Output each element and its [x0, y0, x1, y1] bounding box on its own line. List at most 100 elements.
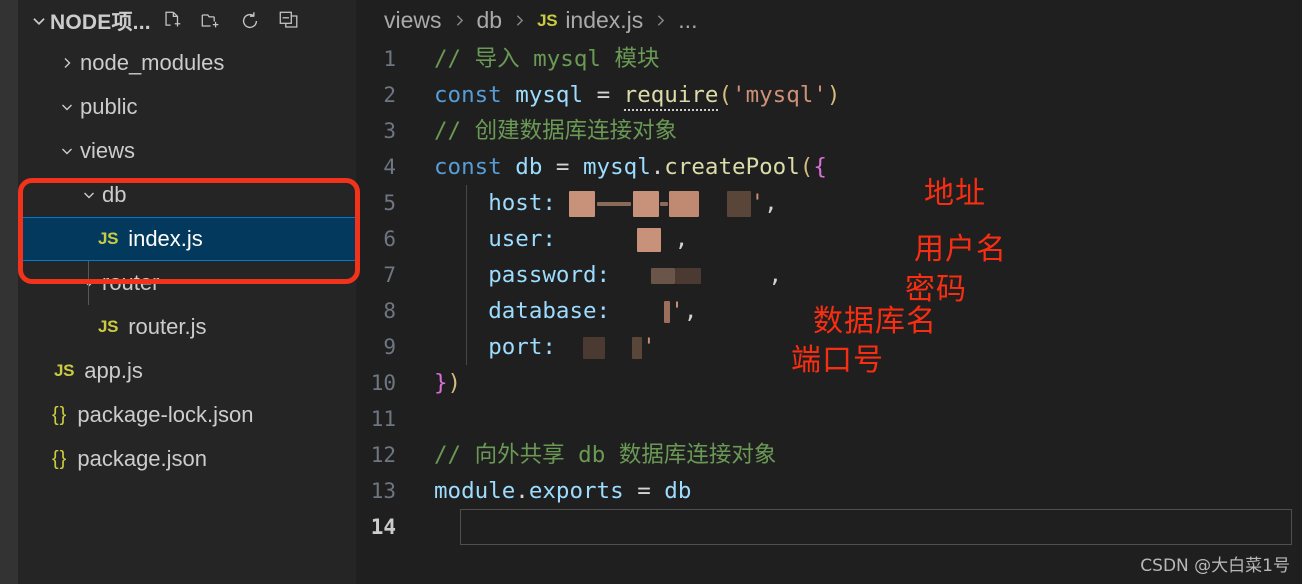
- redacted-value: [669, 190, 700, 217]
- breadcrumb-item-views[interactable]: views: [384, 7, 442, 34]
- comma-token: ,: [683, 298, 698, 324]
- tree-item-app-js[interactable]: JS app.js: [18, 349, 356, 393]
- tree-item-package-lock-json[interactable]: {} package-lock.json: [18, 393, 356, 437]
- tree-item-index-js[interactable]: JS index.js: [18, 217, 356, 261]
- redacted-value: [583, 336, 606, 359]
- code-line-current: 14: [356, 509, 1302, 545]
- breadcrumb-item-index-js[interactable]: index.js: [565, 7, 643, 34]
- tree-item-label: public: [80, 94, 138, 119]
- explorer-title: NODE项...: [50, 10, 151, 34]
- brace-token: }: [434, 370, 448, 396]
- chevron-down-icon[interactable]: [76, 187, 102, 203]
- redacted-value: [637, 227, 662, 252]
- variable-token: db: [515, 154, 543, 180]
- line-content[interactable]: module.exports = db: [426, 473, 1302, 509]
- explorer-sidebar: NODE项... node_modules public views db JS…: [18, 0, 356, 584]
- collapse-all-icon[interactable]: [276, 8, 302, 34]
- variable-token: db: [664, 478, 692, 504]
- redacted-value: [597, 201, 632, 206]
- annotation-address: 地址: [924, 176, 986, 211]
- string-token: ': [642, 334, 656, 360]
- tree-item-label: package-lock.json: [77, 402, 254, 427]
- code-line: 2 const mysql = require('mysql'): [356, 77, 1302, 113]
- chevron-down-icon[interactable]: [54, 143, 80, 159]
- chevron-down-icon[interactable]: [54, 99, 80, 115]
- string-token: 'mysql': [732, 82, 827, 108]
- tree-item-node_modules[interactable]: node_modules: [18, 41, 356, 85]
- line-content[interactable]: user: ,: [426, 221, 1302, 257]
- comma-token: ,: [764, 190, 778, 216]
- tree-item-router-js[interactable]: JS router.js: [18, 305, 356, 349]
- tree-item-package-json[interactable]: {} package.json: [18, 437, 356, 481]
- redacted-value: [726, 190, 751, 217]
- tree-item-label: views: [80, 138, 136, 163]
- paren-token: (: [718, 82, 733, 108]
- js-file-icon: JS: [537, 10, 558, 30]
- explorer-title-bar: NODE项...: [18, 0, 356, 41]
- code-line: 12 // 向外共享 db 数据库连接对象: [356, 437, 1302, 473]
- tree-item-label: router: [102, 270, 160, 295]
- line-number: 13: [370, 479, 396, 503]
- dot-token: .: [515, 478, 529, 504]
- line-number: 12: [370, 443, 396, 467]
- line-content[interactable]: const mysql = require('mysql'): [426, 77, 1302, 113]
- sidebar-filler: [18, 550, 356, 584]
- line-number: 2: [383, 83, 396, 107]
- object-token: mysql: [583, 154, 651, 180]
- js-file-icon: JS: [98, 317, 119, 336]
- comma-token: ,: [768, 262, 783, 288]
- annotation-username: 用户名: [914, 232, 1007, 267]
- code-line: 7 password: ,: [356, 257, 1302, 293]
- chevron-down-icon[interactable]: [28, 12, 50, 30]
- line-number: 8: [383, 299, 396, 323]
- line-content[interactable]: const db = mysql.createPool({: [426, 149, 1302, 185]
- paren-token: ): [826, 82, 841, 108]
- code-line: 3 // 创建数据库连接对象: [356, 113, 1302, 149]
- explorer-actions: [159, 8, 302, 34]
- redacted-value: [660, 201, 669, 206]
- code-editor: views db JS index.js ... 1 // 导入 mysql 模…: [356, 0, 1302, 584]
- redacted-value: [632, 336, 643, 359]
- line-number: 4: [383, 155, 396, 179]
- tree-item-public[interactable]: public: [18, 85, 356, 129]
- code-line: 5 host: ',: [356, 185, 1302, 221]
- tree-item-label: app.js: [84, 358, 143, 383]
- line-content[interactable]: // 创建数据库连接对象: [426, 113, 1302, 149]
- new-file-icon[interactable]: [159, 8, 185, 34]
- line-number: 14: [370, 515, 396, 539]
- comma-token: ,: [674, 226, 689, 252]
- watermark: CSDN @大白菜1号: [1140, 556, 1290, 576]
- comment-token: // 导入 mysql 模块: [434, 46, 660, 72]
- chevron-down-icon[interactable]: [76, 275, 102, 291]
- refresh-icon[interactable]: [237, 8, 263, 34]
- breadcrumb-item-symbols[interactable]: ...: [678, 7, 697, 34]
- line-content[interactable]: password: ,: [426, 257, 1302, 293]
- tree-item-db[interactable]: db: [18, 173, 356, 217]
- keyword-token: const: [434, 154, 502, 180]
- line-content[interactable]: // 向外共享 db 数据库连接对象: [426, 437, 1302, 473]
- function-token: createPool: [664, 154, 800, 180]
- code-lines[interactable]: 1 // 导入 mysql 模块 2 const mysql = require…: [356, 41, 1302, 545]
- chevron-right-icon: [652, 12, 669, 29]
- tree-item-router[interactable]: router: [18, 261, 356, 305]
- operator-token: =: [637, 478, 651, 504]
- tree-item-label: router.js: [128, 314, 207, 339]
- operator-token: =: [555, 154, 570, 180]
- comment-token: // 向外共享 db 数据库连接对象: [434, 442, 777, 468]
- tree-item-views[interactable]: views: [18, 129, 356, 173]
- chevron-right-icon: [451, 12, 468, 29]
- line-number: 6: [383, 227, 396, 251]
- new-folder-icon[interactable]: [198, 8, 224, 34]
- string-token: ': [670, 298, 684, 324]
- operator-token: =: [596, 82, 611, 108]
- redacted-value: [633, 190, 660, 217]
- line-content[interactable]: host: ',: [426, 185, 1302, 221]
- chevron-right-icon[interactable]: [54, 55, 80, 71]
- tree-item-label: db: [102, 182, 127, 207]
- line-content[interactable]: // 导入 mysql 模块: [426, 41, 1302, 77]
- breadcrumb-item-db[interactable]: db: [477, 7, 503, 34]
- annotation-database: 数据库名: [813, 304, 937, 339]
- code-line: 1 // 导入 mysql 模块: [356, 41, 1302, 77]
- activity-bar: [0, 0, 18, 584]
- js-file-icon: JS: [54, 361, 75, 380]
